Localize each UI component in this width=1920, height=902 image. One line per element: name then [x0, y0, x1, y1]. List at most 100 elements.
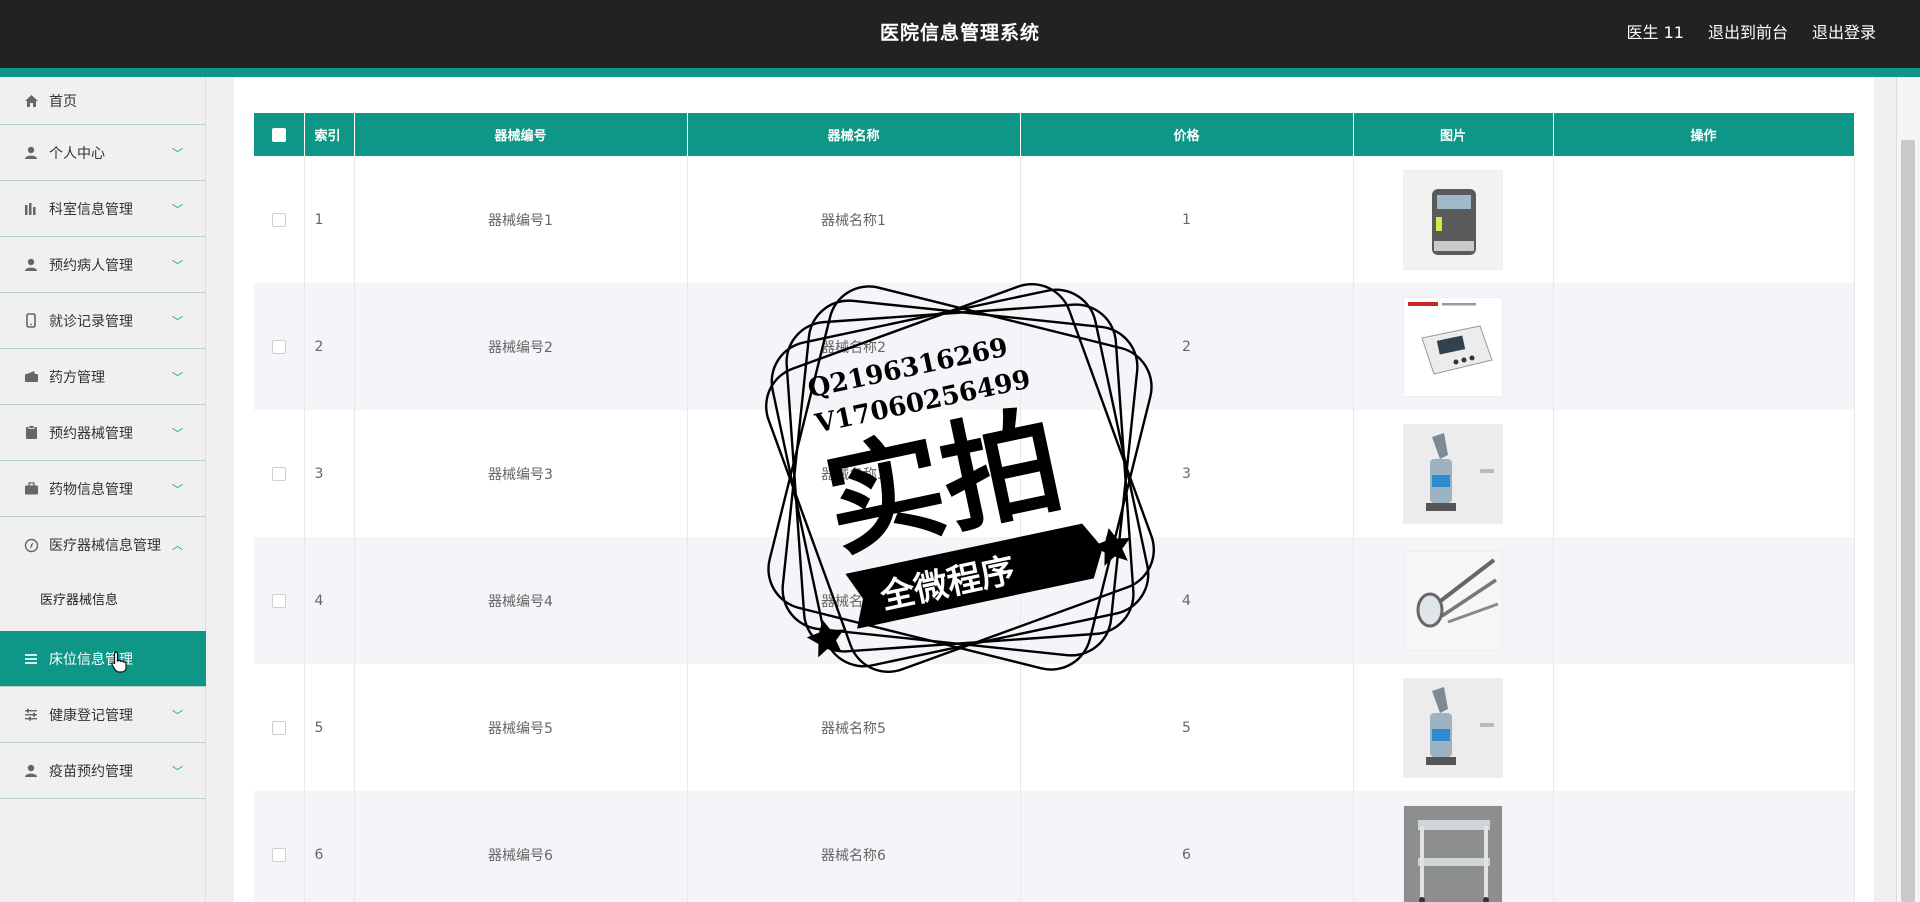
cell-image [1353, 156, 1554, 283]
row-checkbox[interactable] [254, 664, 305, 791]
device-image [1403, 169, 1503, 270]
cell-image [1353, 410, 1554, 537]
cell-price: 1 [1020, 156, 1354, 283]
row-checkbox[interactable] [254, 537, 305, 664]
cell-code: 器械编号6 [354, 791, 688, 902]
sidebar-item-medical-devices[interactable]: 医疗器械信息管理 ︿ [0, 517, 206, 573]
sidebar-subitem-device-info[interactable]: 医疗器械信息 [0, 573, 206, 623]
sidebar-item-label: 就诊记录管理 [49, 313, 133, 330]
cell-index: 4 [304, 537, 355, 664]
chevron-down-icon: ﹀ [172, 708, 183, 722]
cell-image [1353, 537, 1554, 664]
cell-code: 器械编号2 [354, 283, 688, 410]
table-row: 3 器械编号3 器械名称3 3 [254, 410, 1855, 537]
top-bar: 医院信息管理系统 医生 11 退出到前台 退出登录 [0, 0, 1920, 68]
sidebar-item-home[interactable]: 首页 [0, 77, 206, 125]
table-row: 4 器械编号4 器械名称4 4 [254, 537, 1855, 664]
home-icon [23, 93, 39, 109]
sidebar-item-vaccine-appointment[interactable]: 疫苗预约管理 ﹀ [0, 743, 206, 799]
table-row: 6 器械编号6 器械名称6 6 [254, 791, 1855, 902]
sidebar-item-beds[interactable]: 床位信息管理 [0, 631, 206, 687]
compass-icon [23, 537, 39, 553]
sidebar-item-label: 健康登记管理 [49, 707, 133, 724]
chevron-down-icon: ﹀ [172, 258, 183, 272]
sidebar-item-visit-records[interactable]: 就诊记录管理 ﹀ [0, 293, 206, 349]
user-icon [23, 763, 39, 779]
chart-icon [23, 201, 39, 217]
clipboard-icon [23, 425, 39, 441]
sidebar-item-label: 预约器械管理 [49, 425, 133, 442]
cell-name: 器械名称4 [687, 537, 1021, 664]
cell-code: 器械编号3 [354, 410, 688, 537]
current-user: 医生 11 [1626, 23, 1684, 42]
cell-price: 3 [1020, 410, 1354, 537]
logout-link[interactable]: 退出登录 [1812, 19, 1876, 43]
cell-name: 器械名称1 [687, 156, 1021, 283]
scrollbar-thumb[interactable] [1901, 140, 1915, 902]
cell-price: 6 [1020, 791, 1354, 902]
sidebar-item-appointment-patients[interactable]: 预约病人管理 ﹀ [0, 237, 206, 293]
device-image [1403, 296, 1503, 397]
table-row: 2 器械编号2 器械名称2 2 [254, 283, 1855, 410]
mouse-pointer-icon [110, 651, 128, 677]
chevron-down-icon: ﹀ [172, 146, 183, 160]
cell-name: 器械名称2 [687, 283, 1021, 410]
cell-actions [1553, 410, 1855, 537]
sliders-icon [23, 707, 39, 723]
chevron-down-icon: ﹀ [172, 764, 183, 778]
sidebar-item-label: 药方管理 [49, 369, 105, 386]
cell-actions [1553, 664, 1855, 791]
row-checkbox[interactable] [254, 156, 305, 283]
cell-index: 1 [304, 156, 355, 283]
row-checkbox[interactable] [254, 410, 305, 537]
cell-name: 器械名称3 [687, 410, 1021, 537]
cell-code: 器械编号5 [354, 664, 688, 791]
select-all-checkbox[interactable] [254, 113, 305, 156]
wallet-icon [23, 369, 39, 385]
sidebar-item-health-registration[interactable]: 健康登记管理 ﹀ [0, 687, 206, 743]
list-icon [23, 651, 39, 667]
sidebar-item-appointment-devices[interactable]: 预约器械管理 ﹀ [0, 405, 206, 461]
user-icon [23, 257, 39, 273]
column-header-actions: 操作 [1553, 113, 1855, 156]
cell-image [1353, 791, 1554, 902]
column-header-name: 器械名称 [687, 113, 1021, 156]
cell-actions [1553, 791, 1855, 902]
chevron-down-icon: ﹀ [172, 314, 183, 328]
column-header-image: 图片 [1353, 113, 1554, 156]
cell-index: 6 [304, 791, 355, 902]
cell-actions [1553, 156, 1855, 283]
chevron-up-icon: ︿ [172, 539, 183, 552]
sidebar-item-drugs[interactable]: 药物信息管理 ﹀ [0, 461, 206, 517]
cell-name: 器械名称6 [687, 791, 1021, 902]
column-header-code: 器械编号 [354, 113, 688, 156]
sidebar-item-label: 疫苗预约管理 [49, 763, 133, 780]
sidebar-item-label: 个人中心 [49, 145, 105, 162]
sidebar-item-label: 预约病人管理 [49, 257, 133, 274]
exit-to-front-link[interactable]: 退出到前台 [1708, 19, 1788, 43]
device-image [1403, 804, 1503, 902]
cell-price: 2 [1020, 283, 1354, 410]
sidebar-subitem-label: 医疗器械信息 [40, 592, 119, 608]
cell-actions [1553, 537, 1855, 664]
sidebar-item-department[interactable]: 科室信息管理 ﹀ [0, 181, 206, 237]
cell-price: 4 [1020, 537, 1354, 664]
top-accent-stripe [0, 68, 1920, 77]
sidebar: 首页 个人中心 ﹀ 科室信息管理 ﹀ 预约病人管理 ﹀ 就诊记录管理 ﹀ 药方管… [0, 77, 206, 902]
device-image [1403, 423, 1503, 524]
sidebar-item-personal-center[interactable]: 个人中心 ﹀ [0, 125, 206, 181]
sidebar-item-prescriptions[interactable]: 药方管理 ﹀ [0, 349, 206, 405]
row-checkbox[interactable] [254, 791, 305, 902]
cell-name: 器械名称5 [687, 664, 1021, 791]
device-image [1403, 550, 1503, 651]
cell-index: 5 [304, 664, 355, 791]
phone-icon [23, 313, 39, 329]
cell-image [1353, 283, 1554, 410]
sidebar-item-label: 医疗器械信息管理 [49, 538, 161, 554]
row-checkbox[interactable] [254, 283, 305, 410]
table-row: 5 器械编号5 器械名称5 5 [254, 664, 1855, 791]
chevron-down-icon: ﹀ [172, 482, 183, 496]
cell-image [1353, 664, 1554, 791]
cell-index: 2 [304, 283, 355, 410]
cell-actions [1553, 283, 1855, 410]
